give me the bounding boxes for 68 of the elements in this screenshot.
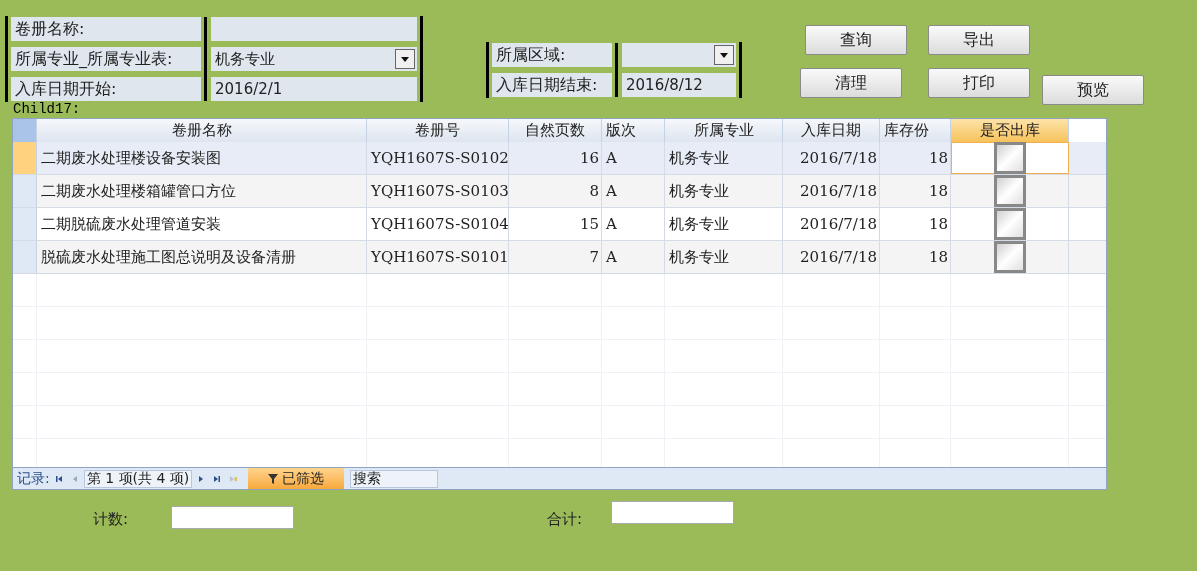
table-cell: YQH1607S-S0102 <box>367 142 509 174</box>
table-cell: 7 <box>509 241 602 273</box>
table-cell: A <box>602 175 665 207</box>
field-label: 卷册名称: <box>11 17 201 41</box>
dropdown-button[interactable] <box>714 45 734 65</box>
table-cell: 机务专业 <box>665 142 783 174</box>
table-cell: 18 <box>880 175 951 207</box>
checkbox[interactable] <box>993 208 1026 240</box>
table-cell: A <box>602 208 665 240</box>
table-cell: A <box>602 241 665 273</box>
action-button[interactable]: 打印 <box>928 68 1030 98</box>
field-label: 入库日期结束: <box>492 73 612 97</box>
table-cell: 二期废水处理楼设备安装图 <box>37 142 367 174</box>
column-header[interactable]: 卷册号 <box>367 119 509 142</box>
table-cell: 机务专业 <box>665 175 783 207</box>
column-header[interactable]: 库存份 <box>880 119 951 142</box>
table-cell: YQH1607S-S0103 <box>367 175 509 207</box>
filter-icon <box>268 473 279 484</box>
column-header[interactable]: 入库日期 <box>783 119 880 142</box>
column-header[interactable]: 自然页数 <box>509 119 602 142</box>
table-cell: 脱硫废水处理施工图总说明及设备清册 <box>37 241 367 273</box>
table-cell: 2016/7/18 <box>783 208 880 240</box>
record-position-field[interactable]: 第 1 项(共 4 项) <box>83 469 193 488</box>
table-cell: 机务专业 <box>665 208 783 240</box>
total-field[interactable] <box>611 501 734 524</box>
search-field[interactable]: 搜索 <box>350 469 439 488</box>
table-cell: 15 <box>509 208 602 240</box>
field-label: 所属专业_所属专业表: <box>11 47 201 71</box>
action-button[interactable]: 查询 <box>805 25 907 55</box>
table-cell: 二期废水处理楼箱罐管口方位 <box>37 175 367 207</box>
input-field[interactable] <box>211 17 417 41</box>
filter-toggle-button[interactable]: 已筛选 <box>248 468 345 489</box>
table-cell: 18 <box>880 208 951 240</box>
action-button[interactable]: 导出 <box>928 25 1030 55</box>
table-cell: 2016/7/18 <box>783 142 880 174</box>
table-cell: 2016/7/18 <box>783 175 880 207</box>
column-header[interactable]: 版次 <box>602 119 665 142</box>
table-cell: A <box>602 142 665 174</box>
checkbox[interactable] <box>993 175 1026 207</box>
total-field[interactable] <box>171 506 294 529</box>
checkbox[interactable] <box>994 142 1026 174</box>
action-button[interactable]: 清理 <box>800 68 902 98</box>
dropdown-field[interactable]: 机务专业 <box>211 47 417 71</box>
table-cell: 16 <box>509 142 602 174</box>
table-cell: 18 <box>880 241 951 273</box>
table-cell: 二期脱硫废水处理管道安装 <box>37 208 367 240</box>
dropdown-arrow-icon <box>401 56 409 62</box>
dropdown-field[interactable] <box>622 43 736 67</box>
checkbox[interactable] <box>993 241 1026 273</box>
total-label: 计数: <box>93 509 129 530</box>
field-label: 所属区域: <box>492 43 612 67</box>
table-cell: YQH1607S-S0104 <box>367 208 509 240</box>
dropdown-arrow-icon <box>720 52 728 58</box>
field-label: 入库日期开始: <box>11 77 201 101</box>
table-cell: 机务专业 <box>665 241 783 273</box>
input-field[interactable]: 2016/2/1 <box>211 77 417 101</box>
column-header[interactable]: 卷册名称 <box>37 119 367 142</box>
table-cell: 2016/7/18 <box>783 241 880 273</box>
record-label: 记录: <box>16 469 50 488</box>
subform-label: Child17: <box>13 101 81 117</box>
table-cell: YQH1607S-S0101 <box>367 241 509 273</box>
total-label: 合计: <box>547 509 583 530</box>
input-field[interactable]: 2016/8/12 <box>622 73 736 97</box>
action-button[interactable]: 预览 <box>1042 75 1144 105</box>
column-header[interactable]: 所属专业 <box>665 119 783 142</box>
dropdown-button[interactable] <box>395 49 415 69</box>
table-cell: 8 <box>509 175 602 207</box>
column-header[interactable]: 是否出库 <box>951 119 1069 142</box>
